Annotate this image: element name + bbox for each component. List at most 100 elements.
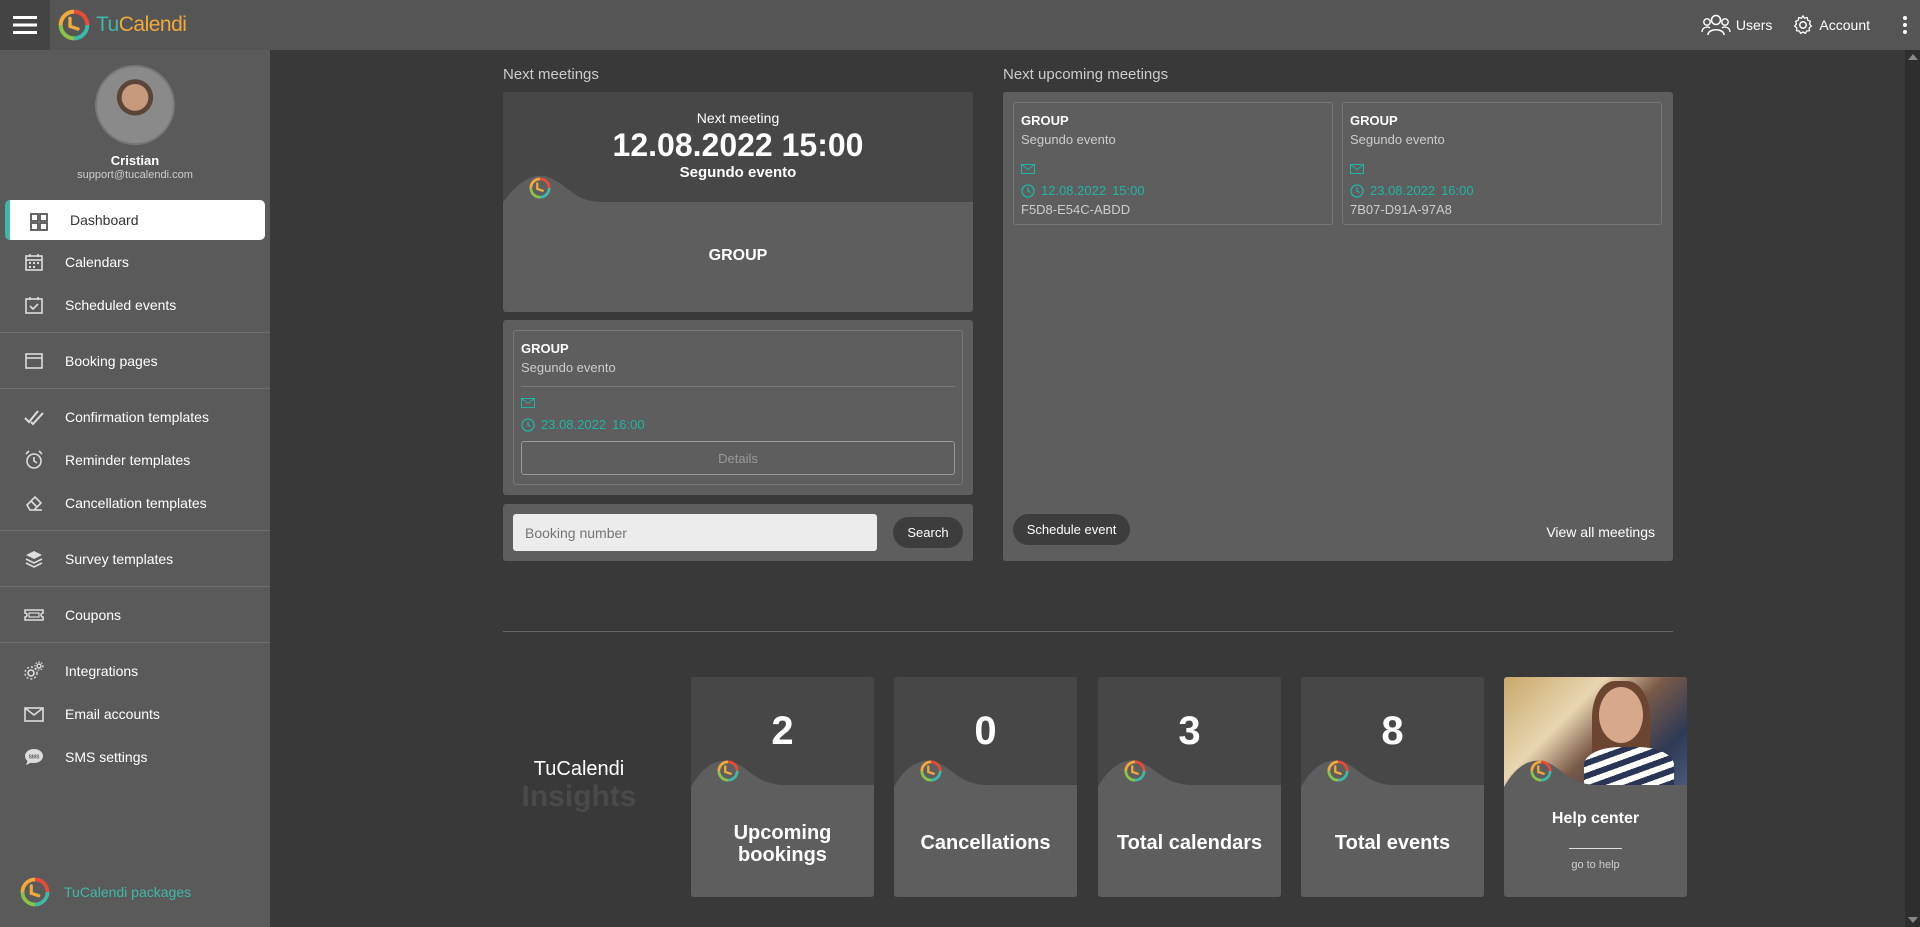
- meeting-event: Segundo evento: [1021, 132, 1116, 147]
- sidebar-item-confirmation-templates[interactable]: Confirmation templates: [0, 395, 270, 438]
- sidebar-item-label: Confirmation templates: [65, 408, 209, 425]
- scroll-down-arrow-icon[interactable]: [1908, 917, 1918, 923]
- sidebar-item-label: Cancellation templates: [65, 494, 207, 511]
- sidebar-item-reminder-templates[interactable]: Reminder templates: [0, 438, 270, 481]
- stat-value: 0: [974, 709, 997, 753]
- meeting-datetime: 12.08.2022 15:00: [1021, 183, 1145, 198]
- help-center-card[interactable]: Help center go to help: [1504, 677, 1687, 897]
- meeting-item[interactable]: GROUP Segundo evento 23.08.2022 16:00 Det…: [513, 330, 963, 485]
- stat-label: Cancellations: [920, 832, 1051, 854]
- section-divider: [503, 631, 1673, 632]
- upcoming-meetings-panel: GROUP Segundo evento 12.08.2022 15:00 F5D…: [1003, 92, 1673, 561]
- sidebar-item-coupons[interactable]: Coupons: [0, 593, 270, 636]
- sidebar-item-dashboard[interactable]: Dashboard: [5, 200, 265, 240]
- next-meeting-label: Next meeting: [696, 110, 780, 126]
- sidebar-divider: [0, 530, 270, 531]
- layers-icon: [25, 551, 43, 568]
- packages-label: TuCalendi packages: [64, 884, 192, 900]
- sidebar-item-label: SMS settings: [65, 748, 148, 765]
- account-link[interactable]: Account: [1792, 14, 1870, 36]
- avatar[interactable]: [95, 65, 175, 145]
- sidebar-item-calendars[interactable]: Calendars: [0, 240, 270, 283]
- details-button[interactable]: Details: [521, 441, 955, 475]
- sidebar-nav: Dashboard Calendars Scheduled events Boo…: [0, 200, 270, 778]
- stat-total-calendars[interactable]: 3 Total calendars: [1098, 677, 1281, 897]
- help-center-label: Help center: [1551, 810, 1640, 827]
- sidebar-divider: [0, 332, 270, 333]
- sidebar-item-scheduled-events[interactable]: Scheduled events: [0, 283, 270, 326]
- view-all-meetings-link[interactable]: View all meetings: [1546, 524, 1655, 540]
- user-email: support@tucalendi.com: [77, 169, 193, 181]
- tucalendi-logo-icon: [1530, 760, 1552, 782]
- next-meeting-date: 12.08.2022 15:00: [612, 127, 864, 163]
- hamburger-icon: [13, 16, 37, 34]
- tucalendi-logo-icon: [1124, 760, 1146, 782]
- tucalendi-packages-link[interactable]: TuCalendi packages: [20, 877, 191, 907]
- sidebar-item-email-accounts[interactable]: Email accounts: [0, 692, 270, 735]
- envelope-icon: [521, 398, 535, 408]
- calendar-icon: [25, 254, 43, 271]
- go-to-help-link[interactable]: go to help: [1504, 859, 1687, 871]
- clock-icon: [1021, 183, 1035, 198]
- next-meeting-card[interactable]: Next meeting 12.08.2022 15:00 Segundo ev…: [503, 92, 973, 312]
- stat-cancellations[interactable]: 0 Cancellations: [894, 677, 1077, 897]
- sidebar-item-survey-templates[interactable]: Survey templates: [0, 537, 270, 580]
- users-link[interactable]: Users: [1701, 14, 1773, 36]
- tucalendi-logo-icon: [717, 760, 739, 782]
- meeting-datetime: 23.08.2022 16:00: [521, 417, 645, 432]
- svg-text:SMS: SMS: [29, 755, 41, 761]
- clock-icon: [1350, 183, 1364, 198]
- booking-number-input[interactable]: [513, 514, 877, 551]
- booking-code: F5D8-E54C-ABDD: [1021, 202, 1131, 217]
- tucalendi-logo-icon: [20, 877, 50, 907]
- sms-bubble-icon: SMS: [25, 749, 43, 765]
- grid-icon: [30, 213, 48, 231]
- sidebar-item-integrations[interactable]: Integrations: [0, 649, 270, 692]
- sidebar-item-label: Dashboard: [70, 212, 139, 228]
- upcoming-meeting-card[interactable]: GROUP Segundo evento 12.08.2022 15:00 F5D…: [1013, 102, 1333, 225]
- scrollbar[interactable]: [1905, 50, 1920, 927]
- menu-toggle-button[interactable]: [0, 0, 50, 50]
- meeting-group: GROUP: [1350, 113, 1398, 128]
- stat-value: 2: [771, 709, 794, 753]
- sidebar-item-label: Scheduled events: [65, 296, 177, 313]
- sidebar-item-sms-settings[interactable]: SMS SMS settings: [0, 735, 270, 778]
- sidebar-item-label: Booking pages: [65, 352, 158, 369]
- sidebar-item-label: Calendars: [65, 253, 129, 270]
- ticket-icon: [24, 609, 44, 621]
- users-label: Users: [1735, 17, 1773, 33]
- tucalendi-logo-icon: [58, 9, 90, 41]
- top-bar: TuCalendi Users Account: [0, 0, 1920, 50]
- sidebar-item-label: Reminder templates: [65, 451, 191, 468]
- booking-code: 7B07-D91A-97A8: [1350, 202, 1452, 217]
- stat-total-events[interactable]: 8 Total events: [1301, 677, 1484, 897]
- sidebar-item-label: Email accounts: [65, 705, 160, 722]
- meeting-group: GROUP: [1021, 113, 1069, 128]
- upcoming-meeting-card[interactable]: GROUP Segundo evento 23.08.2022 16:00 7B0…: [1342, 102, 1662, 225]
- envelope-icon: [1350, 164, 1364, 174]
- tucalendi-logo-icon: [920, 760, 942, 782]
- schedule-event-button[interactable]: Schedule event: [1013, 514, 1130, 545]
- gear-icon: [1794, 15, 1813, 35]
- brand-name: TuCalendi: [96, 13, 187, 36]
- sidebar-item-booking-pages[interactable]: Booking pages: [0, 339, 270, 382]
- meeting-event: Segundo evento: [1350, 132, 1445, 147]
- clock-icon: [521, 417, 535, 432]
- stat-label: Total events: [1334, 832, 1451, 854]
- stat-label: Upcoming bookings: [733, 822, 832, 866]
- double-check-icon: [24, 410, 44, 426]
- app-logo[interactable]: TuCalendi: [58, 9, 187, 41]
- search-button[interactable]: Search: [893, 517, 963, 548]
- scroll-up-arrow-icon[interactable]: [1908, 54, 1918, 60]
- envelope-icon: [24, 707, 44, 722]
- sidebar-divider: [0, 388, 270, 389]
- envelope-icon: [1021, 164, 1035, 174]
- help-divider: [1569, 848, 1622, 849]
- sidebar-item-cancellation-templates[interactable]: Cancellation templates: [0, 481, 270, 524]
- stat-upcoming-bookings[interactable]: 2 Upcoming bookings: [691, 677, 874, 897]
- more-options-button[interactable]: [1890, 16, 1920, 34]
- meeting-group: GROUP: [521, 341, 569, 356]
- users-icon: [1701, 14, 1731, 36]
- insights-title: TuCalendi: [533, 758, 625, 780]
- sidebar-item-label: Survey templates: [65, 550, 174, 567]
